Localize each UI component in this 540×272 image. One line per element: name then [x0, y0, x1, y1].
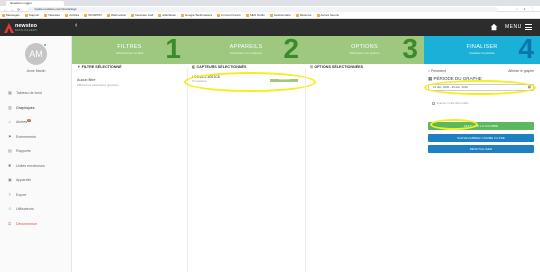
- home-icon[interactable]: [490, 23, 498, 31]
- bookmark-item[interactable]: Gestionnaire: [268, 12, 293, 18]
- flag-icon: ⚑: [8, 133, 12, 139]
- back-icon[interactable]: ←: [3, 7, 7, 12]
- reload-icon[interactable]: ⟳: [17, 7, 20, 12]
- list-icon: ☰: [310, 65, 314, 69]
- bookmark-item[interactable]: Google Webmasters: [179, 12, 214, 18]
- sidebar-item-units[interactable]: ✱ Unités enroleuses: [0, 159, 72, 174]
- sidebar-item-users[interactable]: ☺ Utilisateurs: [0, 202, 72, 217]
- menu-label[interactable]: MENU: [505, 24, 522, 30]
- user-name: Anne Martin: [26, 69, 46, 73]
- step-finalize[interactable]: FINALISER Finaliser la période 4: [424, 36, 540, 64]
- bookmark-item[interactable]: WinSPRO: [82, 12, 104, 18]
- filter-checkbox[interactable]: Enlever l'unité filtré public: [432, 101, 469, 105]
- power-icon: ⏻: [8, 220, 12, 226]
- filter-icon: ▼: [77, 65, 81, 69]
- step-number: 4: [518, 36, 534, 64]
- step-number: 1: [165, 36, 181, 64]
- sidebar-item-dashboard[interactable]: ▦ Tableau de bord: [0, 86, 72, 101]
- checkbox-icon[interactable]: [432, 101, 435, 105]
- sidebar-nav: ▦ Tableau de bord ▥ Graphiques ♫ Alertes3 ⚑…: [0, 86, 72, 231]
- filter-heading: ▼FILTRE SÉLECTIONNÉ: [77, 65, 122, 69]
- bookmark-item[interactable]: Autres favoris: [315, 12, 341, 18]
- bookmark-item[interactable]: Articles: [63, 12, 81, 18]
- sidebar-item-events[interactable]: ⚑ Evénements: [0, 130, 72, 145]
- app-header: newsteo DATALOGGERS ‹ MENU: [0, 19, 540, 36]
- sidebar-item-devices[interactable]: ▣ Appareils: [0, 173, 72, 188]
- sidebar-item-logout[interactable]: ⏻ Déconnexion: [0, 217, 72, 232]
- logo-subtitle: DATALOGGERS: [15, 29, 37, 32]
- step-options[interactable]: OPTIONS Définissez vos options 3: [305, 36, 424, 64]
- chart-icon: ▥: [8, 104, 12, 110]
- highlight-annotation: [430, 119, 478, 130]
- hamburger-icon[interactable]: [525, 24, 532, 32]
- bell-icon: ♫: [8, 119, 11, 124]
- sidebar-item-reports[interactable]: ▤ Rapports: [0, 144, 72, 159]
- forward-icon[interactable]: →: [10, 7, 14, 12]
- dashboard-icon: ▦: [8, 90, 12, 95]
- bookmark-item[interactable]: Support: [23, 12, 42, 18]
- bookmark-item[interactable]: Formel Francs: [215, 12, 242, 18]
- bookmark-item[interactable]: Newsteo mail: [129, 12, 155, 18]
- show-graph-link[interactable]: Afficher le graphe: [508, 69, 534, 73]
- sidebar-item-export[interactable]: ⇪ Export: [0, 188, 72, 203]
- sidebar-item-alerts[interactable]: ♫ Alertes3: [0, 115, 72, 130]
- highlight-annotation: [184, 72, 316, 92]
- device-icon: ▣: [8, 177, 12, 182]
- alert-badge: 3: [27, 118, 31, 123]
- file-icon: ▤: [8, 148, 12, 153]
- filter-item[interactable]: Aucun filtre Affichez les paramètres gén…: [77, 78, 119, 87]
- filter-desc: Affichez les paramètres généraux: [77, 83, 119, 87]
- options-column: ☰OPTIONS SÉLECTIONNÉES: [306, 64, 424, 272]
- finalize-nav: < Précédent Afficher le graphe: [428, 69, 540, 73]
- bookmark-item[interactable]: Messages: [0, 12, 22, 18]
- bookmarks-bar: Messages Support Newsteo Articles WinSPR…: [0, 12, 540, 19]
- bookmark-item[interactable]: Newsteo: [42, 12, 62, 18]
- bookmark-item[interactable]: Webmotion: [105, 12, 128, 18]
- sidebar: AM Anne Martin ▦ Tableau de bord ▥ Graphiq…: [0, 36, 72, 272]
- sensor-icon: ◧: [192, 65, 196, 69]
- logo-icon: [4, 23, 14, 33]
- filter-column: ▼FILTRE SÉLECTIONNÉ Aucun filtre Affiche…: [73, 64, 187, 272]
- settings-icon: ✱: [8, 162, 12, 168]
- step-filters[interactable]: FILTRES Sélectionnez un filtre 1: [72, 36, 187, 64]
- save-filter-button[interactable]: SAUVEGARDER COMME FILTRE: [428, 134, 534, 142]
- collapse-chevron-icon[interactable]: ‹: [75, 22, 77, 29]
- previous-link[interactable]: < Précédent: [428, 69, 446, 73]
- sidebar-item-charts[interactable]: ▥ Graphiques: [0, 101, 72, 116]
- step-number: 2: [283, 36, 299, 64]
- sensor-heading: ◧CAPTEURS SÉLECTIONNÉS: [192, 65, 247, 69]
- step-devices[interactable]: APPAREILS Choisissez vos capteurs 2: [187, 36, 305, 64]
- step-number: 3: [402, 36, 418, 64]
- bookmark-item[interactable]: Mesures: [294, 12, 314, 18]
- filter-title: Aucun filtre: [77, 78, 96, 82]
- sensor-column: ◧CAPTEURS SÉLECTIONNÉS LOG16-2 3001C8 Te…: [188, 64, 305, 272]
- extension-icons[interactable]: ☆ ● ⋮: [515, 7, 536, 12]
- reset-button[interactable]: RÉINITIALISER: [428, 145, 534, 153]
- export-icon: ⇪: [8, 191, 12, 197]
- bookmark-item[interactable]: adsclassé: [156, 12, 177, 18]
- online-status-icon: [43, 43, 47, 47]
- users-icon: ☺: [8, 206, 13, 211]
- finalize-panel: < Précédent Afficher le graphe ▦ PÉRIODE…: [424, 64, 540, 272]
- options-heading: ☰OPTIONS SÉLECTIONNÉES: [310, 65, 364, 69]
- bookmark-item[interactable]: SEO Outils: [244, 12, 267, 18]
- highlight-annotation: [424, 80, 536, 95]
- url-input[interactable]: mysite.newsteo.com/charts/logs: [28, 6, 498, 12]
